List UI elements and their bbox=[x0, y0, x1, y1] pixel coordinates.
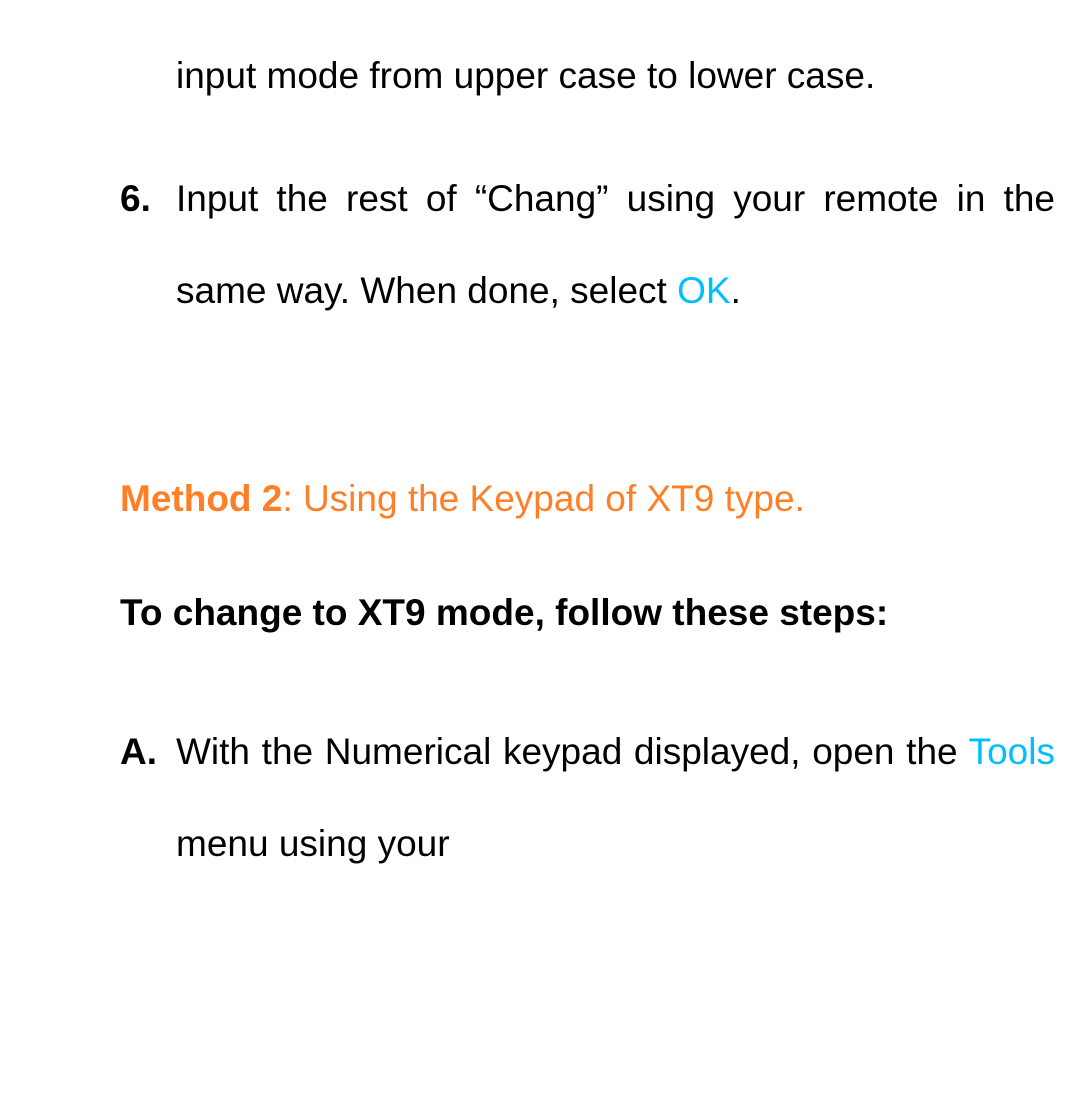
step-a-before: With the Numerical keypad displayed, ope… bbox=[176, 731, 969, 772]
step-6-marker: 6. bbox=[120, 153, 176, 338]
xt9-sub-heading: To change to XT9 mode, follow these step… bbox=[120, 585, 1055, 641]
step-a: A. With the Numerical keypad displayed, … bbox=[120, 706, 1055, 891]
ok-highlight: OK bbox=[677, 270, 730, 311]
step-a-marker: A. bbox=[120, 706, 176, 891]
tools-highlight: Tools bbox=[969, 731, 1055, 772]
step-6-before: Input the rest of “Chang” using your rem… bbox=[176, 178, 1055, 312]
step-6: 6. Input the rest of “Chang” using your … bbox=[120, 153, 1055, 338]
step-6-text: Input the rest of “Chang” using your rem… bbox=[176, 153, 1055, 338]
method-2-text: : Using the Keypad of XT9 type. bbox=[282, 478, 804, 519]
method-2-heading: Method 2: Using the Keypad of XT9 type. bbox=[120, 453, 1055, 546]
continuation-paragraph: input mode from upper case to lower case… bbox=[176, 30, 1055, 123]
step-a-after: menu using your bbox=[176, 823, 450, 864]
step-6-after: . bbox=[731, 270, 741, 311]
step-a-text: With the Numerical keypad displayed, ope… bbox=[176, 706, 1055, 891]
continuation-text: input mode from upper case to lower case… bbox=[176, 55, 875, 96]
method-2-label: Method 2 bbox=[120, 478, 282, 519]
document-page: input mode from upper case to lower case… bbox=[0, 0, 1080, 891]
